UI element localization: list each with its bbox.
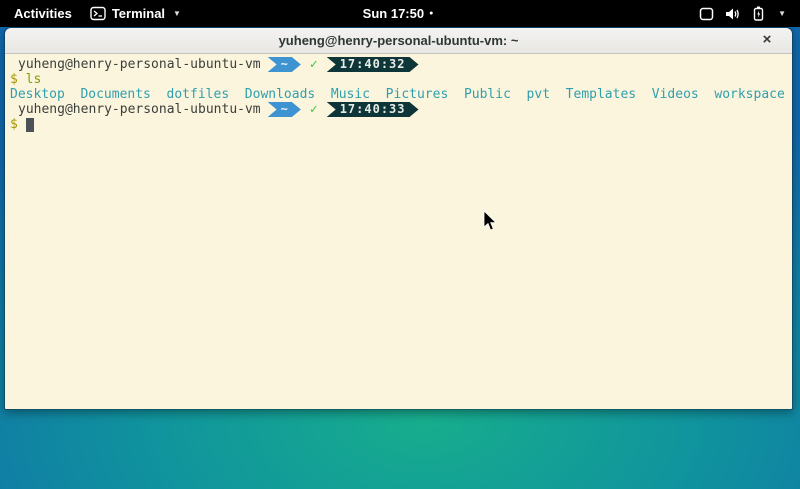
directory-name: workspace [714, 87, 784, 102]
prompt-path-segment: ~ [268, 102, 301, 117]
directory-name: Desktop [10, 87, 65, 102]
terminal-window: yuheng@henry-personal-ubuntu-vm: ~ × yuh… [4, 27, 793, 410]
close-button[interactable]: × [758, 32, 776, 50]
battery-charging-icon [752, 6, 765, 21]
prompt-line: yuheng@henry-personal-ubuntu-vm ~ ✓ 17:4… [10, 102, 788, 117]
prompt-time-segment: 17:40:33 [327, 102, 419, 117]
prompt-user-host: yuheng@henry-personal-ubuntu-vm [18, 57, 261, 72]
clock-area[interactable]: Sun 17:50 ● [363, 6, 434, 21]
prompt-path-segment: ~ [268, 57, 301, 72]
app-menu-label: Terminal [112, 6, 165, 21]
screen-icon [699, 7, 714, 21]
directory-name: Videos [652, 87, 699, 102]
directory-name: Pictures [386, 87, 449, 102]
terminal-content[interactable]: yuheng@henry-personal-ubuntu-vm ~ ✓ 17:4… [5, 54, 792, 409]
prompt-user-host: yuheng@henry-personal-ubuntu-vm [18, 102, 261, 117]
directory-name: dotfiles [167, 87, 230, 102]
volume-icon [725, 7, 741, 21]
ls-output-line: Desktop Documents dotfiles Downloads Mus… [10, 87, 788, 102]
prompt-char: $ [10, 72, 18, 87]
top-bar: Activities Terminal ▼ Sun 17:50 ● [0, 0, 800, 27]
directory-name: Music [331, 87, 370, 102]
top-bar-left: Activities Terminal ▼ [0, 4, 363, 23]
system-tray[interactable]: ▼ [433, 6, 800, 21]
activities-button[interactable]: Activities [10, 4, 76, 23]
window-titlebar[interactable]: yuheng@henry-personal-ubuntu-vm: ~ × [5, 28, 792, 54]
directory-name: Templates [566, 87, 636, 102]
text-cursor [26, 118, 34, 132]
current-input-line: $ [10, 117, 788, 132]
prompt-line: yuheng@henry-personal-ubuntu-vm ~ ✓ 17:4… [10, 57, 788, 72]
directory-name: Public [464, 87, 511, 102]
app-menu-caret-icon: ▼ [173, 10, 181, 18]
status-check-icon: ✓ [310, 57, 318, 72]
directory-name: pvt [527, 87, 550, 102]
status-check-icon: ✓ [310, 102, 318, 117]
command-line: $ ls [10, 72, 788, 87]
directory-name: Documents [80, 87, 150, 102]
prompt-time-segment: 17:40:32 [327, 57, 419, 72]
directory-name: Downloads [245, 87, 315, 102]
command-text: ls [26, 72, 42, 87]
terminal-app-icon [90, 6, 106, 21]
app-menu[interactable]: Terminal ▼ [90, 6, 181, 21]
prompt-char: $ [10, 117, 18, 132]
clock-label: Sun 17:50 [363, 6, 424, 21]
window-title: yuheng@henry-personal-ubuntu-vm: ~ [279, 33, 519, 48]
system-menu-caret-icon: ▼ [778, 10, 786, 18]
